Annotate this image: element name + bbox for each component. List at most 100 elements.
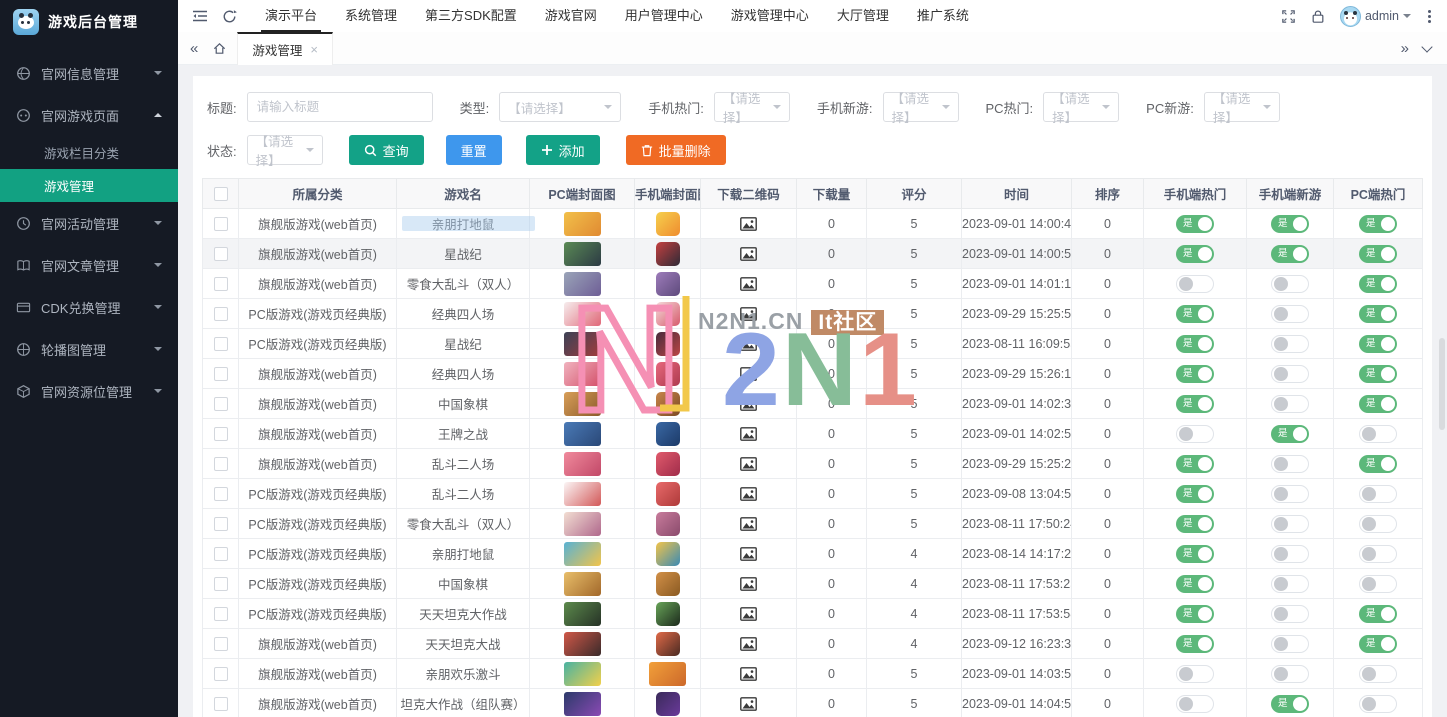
mobile-hot-toggle[interactable]: 否 [1176,425,1214,443]
menu-fold-icon[interactable] [192,9,208,23]
pc-hot-toggle[interactable]: 是 [1359,455,1397,473]
pc-cover-thumbnail[interactable] [564,542,601,566]
row-checkbox[interactable] [214,397,228,411]
mobile-hot-toggle[interactable]: 是 [1176,335,1214,353]
home-icon[interactable] [210,41,237,56]
mobile-new-toggle[interactable]: 否 [1271,635,1309,653]
vertical-scrollbar-thumb[interactable] [1439,338,1445,430]
tabs-scroll-left-icon[interactable]: « [178,40,210,57]
mobile-new-toggle[interactable]: 是 [1271,245,1309,263]
pc-hot-toggle[interactable]: 是 [1359,605,1397,623]
pc-cover-thumbnail[interactable] [564,662,601,686]
mobile-cover-thumbnail[interactable] [656,242,680,266]
tabs-scroll-right-icon[interactable]: » [1397,40,1413,57]
row-checkbox[interactable] [214,367,228,381]
more-options-icon[interactable] [1428,15,1431,18]
mobile-new-toggle[interactable]: 否 [1271,395,1309,413]
tabs-menu-chevron-icon[interactable] [1421,41,1432,52]
mobile-new-toggle[interactable]: 否 [1271,455,1309,473]
lock-icon[interactable] [1311,9,1325,24]
mobile-new-toggle[interactable]: 否 [1271,485,1309,503]
pc-cover-thumbnail[interactable] [564,602,601,626]
row-checkbox[interactable] [214,457,228,471]
pc-hot-toggle[interactable]: 否 [1359,485,1397,503]
mobile-hot-toggle[interactable]: 是 [1176,365,1214,383]
pc-hot-toggle[interactable]: 是 [1359,305,1397,323]
nav-item-promotion-system[interactable]: 推广系统 [903,0,983,32]
mobile-hot-toggle[interactable]: 是 [1176,305,1214,323]
pc-hot-toggle[interactable]: 否 [1359,515,1397,533]
mobile-new-toggle[interactable]: 否 [1271,305,1309,323]
sidebar-item-site-activity-management[interactable]: 官网活动管理 [0,202,178,244]
row-checkbox[interactable] [214,307,228,321]
mobile-hot-toggle[interactable]: 否 [1176,665,1214,683]
sidebar-item-site-article-management[interactable]: 官网文章管理 [0,244,178,286]
pc-new-filter-select[interactable]: 【请选择】 [1204,92,1280,122]
mobile-hot-toggle[interactable]: 是 [1176,485,1214,503]
mobile-cover-thumbnail[interactable] [656,632,680,656]
tab-game-management[interactable]: 游戏管理 × [237,32,333,65]
sidebar-subitem-game-column-category[interactable]: 游戏栏目分类 [0,136,178,169]
mobile-cover-thumbnail[interactable] [656,602,680,626]
mobile-new-filter-select[interactable]: 【请选择】 [883,92,959,122]
mobile-new-toggle[interactable]: 否 [1271,275,1309,293]
pc-hot-toggle[interactable]: 否 [1359,425,1397,443]
pc-cover-thumbnail[interactable] [564,512,601,536]
sidebar-item-cdk-exchange-management[interactable]: CDK兑换管理 [0,286,178,328]
row-checkbox[interactable] [214,667,228,681]
pc-hot-toggle[interactable]: 是 [1359,215,1397,233]
mobile-hot-toggle[interactable]: 是 [1176,545,1214,563]
mobile-hot-toggle[interactable]: 是 [1176,455,1214,473]
mobile-hot-toggle[interactable]: 是 [1176,605,1214,623]
pc-hot-toggle[interactable]: 是 [1359,275,1397,293]
sidebar-item-site-game-pages[interactable]: 官网游戏页面 [0,94,178,136]
pc-cover-thumbnail[interactable] [564,632,601,656]
add-button[interactable]: 添加 [526,135,600,165]
row-checkbox[interactable] [214,577,228,591]
pc-cover-thumbnail[interactable] [564,572,601,596]
pc-hot-toggle[interactable]: 是 [1359,335,1397,353]
mobile-cover-thumbnail[interactable] [656,512,680,536]
mobile-cover-thumbnail[interactable] [656,482,680,506]
mobile-hot-toggle[interactable]: 是 [1176,635,1214,653]
nav-item-demo-platform[interactable]: 演示平台 [251,0,331,32]
pc-hot-toggle[interactable]: 是 [1359,635,1397,653]
nav-item-game-website[interactable]: 游戏官网 [531,0,611,32]
mobile-new-toggle[interactable]: 否 [1271,335,1309,353]
refresh-icon[interactable] [222,9,237,24]
pc-cover-thumbnail[interactable] [564,482,601,506]
mobile-hot-toggle[interactable]: 否 [1176,275,1214,293]
select-all-checkbox[interactable] [214,187,228,201]
row-checkbox[interactable] [214,547,228,561]
nav-item-third-party-sdk-config[interactable]: 第三方SDK配置 [411,0,531,32]
nav-item-system-management[interactable]: 系统管理 [331,0,411,32]
nav-item-hall-management[interactable]: 大厅管理 [823,0,903,32]
mobile-cover-thumbnail[interactable] [656,422,680,446]
mobile-hot-filter-select[interactable]: 【请选择】 [714,92,790,122]
mobile-cover-thumbnail[interactable] [656,452,680,476]
pc-cover-thumbnail[interactable] [564,212,601,236]
mobile-new-toggle[interactable]: 否 [1271,665,1309,683]
mobile-new-toggle[interactable]: 否 [1271,365,1309,383]
tab-close-icon[interactable]: × [310,42,318,57]
pc-cover-thumbnail[interactable] [564,452,601,476]
pc-hot-toggle[interactable]: 是 [1359,245,1397,263]
mobile-cover-thumbnail[interactable] [656,302,680,326]
row-checkbox[interactable] [214,607,228,621]
row-checkbox[interactable] [214,247,228,261]
mobile-cover-thumbnail[interactable] [656,332,680,356]
mobile-cover-thumbnail[interactable] [656,542,680,566]
mobile-hot-toggle[interactable]: 是 [1176,515,1214,533]
pc-hot-toggle[interactable]: 否 [1359,575,1397,593]
mobile-cover-thumbnail[interactable] [656,272,680,296]
mobile-cover-thumbnail[interactable] [656,362,680,386]
row-checkbox[interactable] [214,517,228,531]
pc-cover-thumbnail[interactable] [564,332,601,356]
pc-hot-filter-select[interactable]: 【请选择】 [1043,92,1119,122]
mobile-hot-toggle[interactable]: 是 [1176,245,1214,263]
status-filter-select[interactable]: 【请选择】 [247,135,323,165]
user-menu[interactable]: admin [1340,6,1411,27]
batch-delete-button[interactable]: 批量删除 [626,135,726,165]
mobile-cover-thumbnail[interactable] [656,392,680,416]
pc-cover-thumbnail[interactable] [564,422,601,446]
